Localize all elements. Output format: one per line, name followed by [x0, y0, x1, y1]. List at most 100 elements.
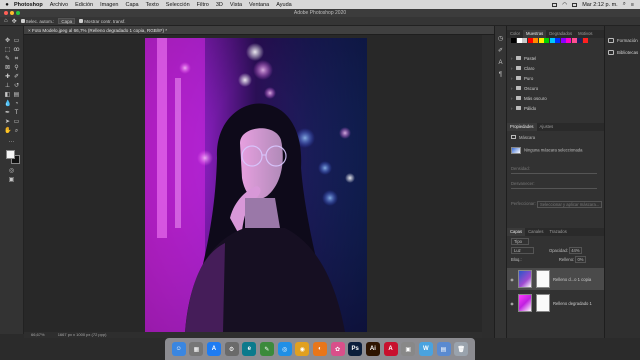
menubar-clock[interactable]: Mar 2:12 p. m.: [582, 2, 617, 8]
menu-list-icon[interactable]: ≡: [631, 2, 634, 8]
dock-app-documentos-icon[interactable]: ▤: [436, 342, 451, 356]
layer-mask-thumbnail[interactable]: [536, 270, 550, 288]
menu-vista[interactable]: Vista: [230, 2, 242, 8]
target-select[interactable]: Capa: [58, 18, 76, 24]
path-select-tool-icon[interactable]: ➤: [4, 119, 11, 126]
search-icon[interactable]: ⌕: [623, 1, 626, 8]
document-image[interactable]: [145, 38, 367, 332]
dock-app-launchpad-icon[interactable]: ▦: [189, 342, 204, 356]
dock-app-edge-icon[interactable]: e: [242, 342, 257, 356]
menu-imagen[interactable]: Imagen: [100, 2, 118, 8]
menu-ayuda[interactable]: Ayuda: [276, 2, 292, 8]
swatch-folder[interactable]: › Claro: [511, 64, 601, 72]
dock-app-photoshop-icon[interactable]: Ps: [348, 342, 363, 356]
color-swatch[interactable]: [582, 38, 588, 43]
healing-brush-tool-icon[interactable]: ✚: [4, 74, 11, 81]
auto-select-checkbox[interactable]: Selec. autom.:: [20, 19, 54, 24]
swatch-folder[interactable]: › Pálido: [511, 104, 601, 112]
crop-tool-icon[interactable]: ⌗: [13, 56, 20, 63]
screen-mode-icon[interactable]: ▣: [8, 177, 15, 184]
document-size[interactable]: 1667 px x 1000 px (72 ppp): [58, 332, 107, 337]
menu-ventana[interactable]: Ventana: [249, 2, 269, 8]
eye-icon[interactable]: ◉: [509, 277, 515, 282]
color-swatch[interactable]: [566, 38, 571, 43]
side-item-bibliotecas[interactable]: Bibliotecas: [608, 48, 638, 56]
density-slider[interactable]: [511, 173, 597, 174]
frame-tool-icon[interactable]: ⊠: [4, 65, 11, 72]
color-swatch[interactable]: [522, 38, 527, 43]
foreground-color-swatch[interactable]: [6, 150, 15, 159]
dock-app-acrobat-icon[interactable]: A: [383, 342, 398, 356]
fill-input[interactable]: 0%: [575, 256, 586, 263]
layer-name[interactable]: Relleno degradado 1: [553, 301, 592, 306]
dock-app-chrome-icon[interactable]: ◉: [295, 342, 310, 356]
color-swatch[interactable]: [511, 38, 516, 43]
tab-paths[interactable]: Trazados: [546, 228, 569, 236]
pen-tool-icon[interactable]: ✒: [4, 110, 11, 117]
tab-channels[interactable]: Canales: [525, 228, 546, 236]
menu-edicion[interactable]: Edición: [75, 2, 93, 8]
dock-app-finder-icon[interactable]: ☺: [171, 342, 186, 356]
menu-3d[interactable]: 3D: [216, 2, 223, 8]
dock-app-blender-icon[interactable]: ◐: [312, 342, 327, 356]
dock-app-papelera-icon[interactable]: 🗑: [454, 342, 469, 356]
color-swatch[interactable]: [560, 38, 566, 43]
dock-app-visor-icon[interactable]: ▣: [401, 342, 416, 356]
lasso-tool-icon[interactable]: ꝏ: [13, 47, 20, 54]
history-brush-tool-icon[interactable]: ↺: [13, 83, 20, 90]
mask-thumbnail[interactable]: [511, 147, 521, 154]
tab-color[interactable]: Color: [507, 30, 523, 38]
quick-select-tool-icon[interactable]: ✎: [4, 56, 11, 63]
layer-row[interactable]: ◉ Relleno d...o 1 copia: [507, 268, 605, 290]
eraser-tool-icon[interactable]: ◧: [4, 92, 11, 99]
brush-settings-icon[interactable]: ✐: [497, 48, 504, 55]
dock-app-notas-icon[interactable]: W: [418, 342, 433, 356]
layer-mask-thumbnail[interactable]: [536, 294, 550, 312]
gradient-tool-icon[interactable]: ▤: [13, 92, 20, 99]
dock-app-fotos-icon[interactable]: ✿: [330, 342, 345, 356]
side-item-formacion[interactable]: Formación: [608, 36, 638, 44]
dock-app-safari-icon[interactable]: ◎: [277, 342, 292, 356]
tab-layers[interactable]: Capas: [507, 228, 526, 236]
document-tab[interactable]: × Foto Modelo.jpeg al 66,7% (Relleno deg…: [24, 26, 494, 35]
eye-icon[interactable]: ◉: [509, 301, 515, 306]
color-swatch[interactable]: [549, 38, 555, 43]
tab-adjustments[interactable]: Ajustes: [537, 123, 557, 131]
hand-tool-icon[interactable]: ✋: [4, 128, 11, 135]
type-tool-icon[interactable]: T: [13, 110, 20, 117]
blur-tool-icon[interactable]: 💧: [4, 101, 11, 108]
more-tools-icon[interactable]: ···: [8, 139, 15, 146]
apple-icon[interactable]: ●: [0, 2, 14, 8]
menu-filtro[interactable]: Filtro: [197, 2, 209, 8]
color-swatch[interactable]: [516, 38, 522, 43]
layer-name[interactable]: Relleno d...o 1 copia: [553, 277, 591, 282]
screen-mirror-icon[interactable]: [552, 2, 558, 7]
artboard-tool-icon[interactable]: ▭: [13, 38, 20, 45]
show-transform-checkbox[interactable]: Mostrar contr. transf.: [79, 19, 125, 24]
brush-tool-icon[interactable]: ✐: [13, 74, 20, 81]
battery-icon[interactable]: [572, 2, 578, 7]
feather-slider[interactable]: [511, 188, 597, 189]
color-swatch[interactable]: [538, 38, 544, 43]
layer-filter-select[interactable]: Tipo: [511, 238, 529, 245]
color-swatch[interactable]: [555, 38, 560, 43]
character-panel-icon[interactable]: A: [497, 60, 504, 67]
move-tool-icon[interactable]: ✥: [12, 18, 17, 25]
tab-patterns[interactable]: Motivos: [575, 30, 595, 38]
tab-properties[interactable]: Propiedades: [507, 123, 537, 131]
tab-gradients[interactable]: Degradados: [546, 30, 575, 38]
dock-app-app-store-icon[interactable]: A: [206, 342, 221, 356]
menu-texto[interactable]: Texto: [146, 2, 159, 8]
zoom-level[interactable]: 66,67%: [31, 332, 45, 337]
dock-app-vista-previa-icon[interactable]: ✎: [259, 342, 274, 356]
dock-app-preferencias-del-sistema-icon[interactable]: ⚙: [224, 342, 239, 356]
color-swatch[interactable]: [571, 38, 577, 43]
clone-stamp-tool-icon[interactable]: ⊥: [4, 83, 11, 90]
dock-app-illustrator-icon[interactable]: Ai: [365, 342, 380, 356]
swatch-folder[interactable]: › Puro: [511, 74, 601, 82]
move-tool-icon[interactable]: ✥: [4, 38, 11, 45]
select-and-mask-button[interactable]: Seleccionar y aplicar máscara...: [537, 201, 603, 208]
dodge-tool-icon[interactable]: ◔: [13, 101, 20, 108]
canvas-scrollbar[interactable]: [482, 35, 494, 338]
menu-seleccion[interactable]: Selección: [166, 2, 190, 8]
